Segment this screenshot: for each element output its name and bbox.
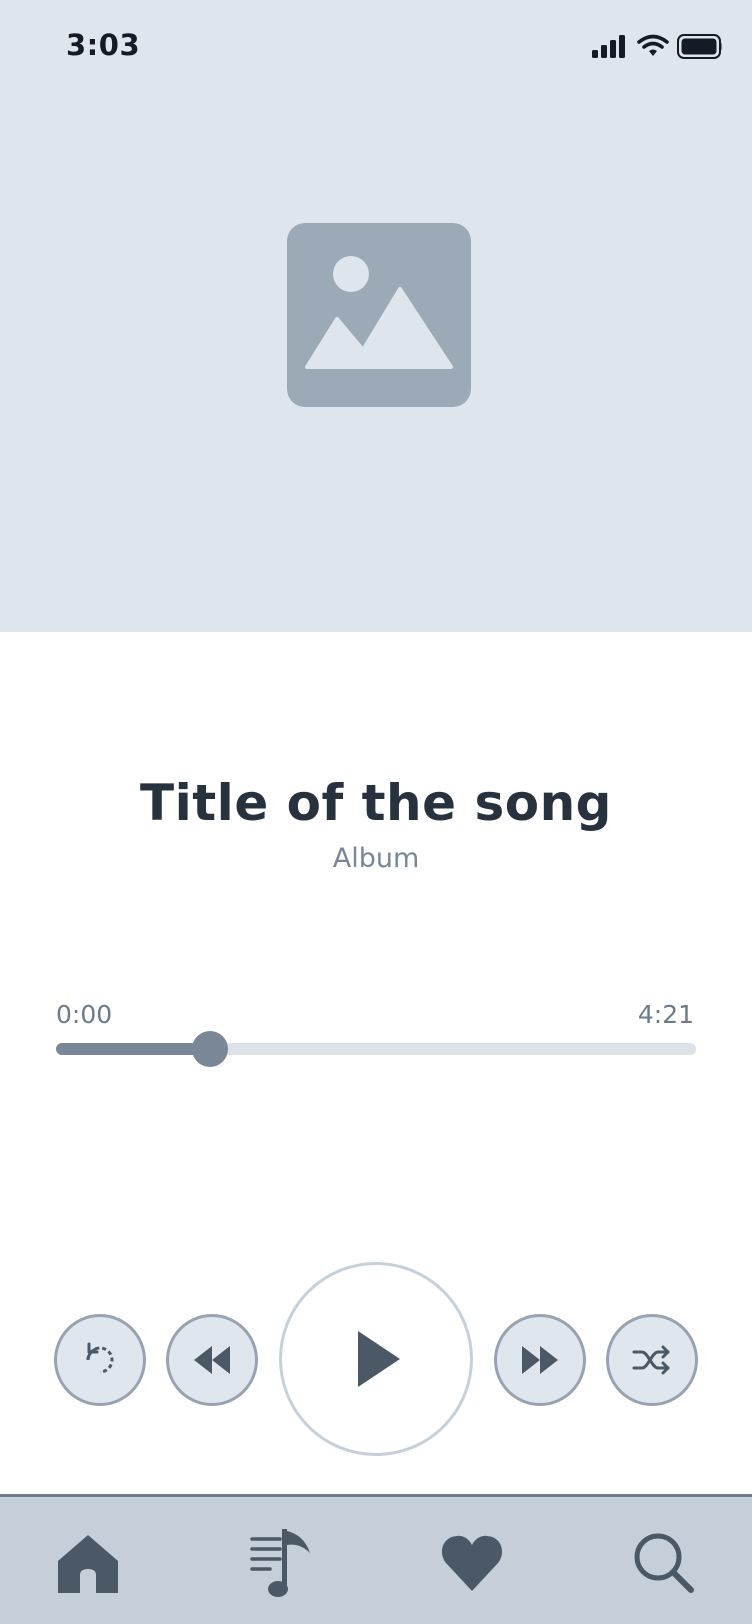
shuffle-icon — [632, 1345, 670, 1375]
play-button[interactable] — [279, 1262, 473, 1456]
wifi-icon — [637, 34, 669, 56]
fast-forward-button[interactable] — [494, 1314, 586, 1406]
play-icon — [358, 1331, 400, 1387]
nav-favorites[interactable] — [432, 1523, 512, 1603]
progress-slider[interactable] — [56, 1031, 696, 1067]
elapsed-time: 0:00 — [56, 1000, 113, 1029]
heart-icon — [441, 1535, 503, 1591]
status-time: 3:03 — [66, 28, 141, 62]
progress-fill — [56, 1043, 210, 1055]
repeat-button[interactable] — [54, 1314, 146, 1406]
song-album: Album — [332, 843, 420, 874]
repeat-icon — [86, 1342, 114, 1374]
song-title: Title of the song — [140, 774, 612, 832]
nav-home[interactable] — [48, 1523, 128, 1603]
progress-thumb[interactable] — [191, 1031, 228, 1067]
album-art-area: 3:03 — [0, 0, 752, 632]
shuffle-button[interactable] — [606, 1314, 698, 1406]
home-icon — [58, 1535, 118, 1593]
signal-icon — [592, 35, 625, 58]
fast-forward-icon — [522, 1346, 558, 1374]
image-placeholder-icon — [287, 223, 471, 407]
nav-playlist[interactable] — [240, 1523, 320, 1603]
nav-search[interactable] — [624, 1523, 704, 1603]
playlist-icon — [250, 1529, 310, 1597]
rewind-button[interactable] — [166, 1314, 258, 1406]
bottom-nav — [0, 1494, 752, 1624]
search-icon — [634, 1533, 694, 1593]
total-duration: 4:21 — [637, 1000, 694, 1029]
battery-icon — [677, 34, 722, 59]
rewind-icon — [194, 1346, 230, 1374]
status-icons — [592, 32, 722, 62]
